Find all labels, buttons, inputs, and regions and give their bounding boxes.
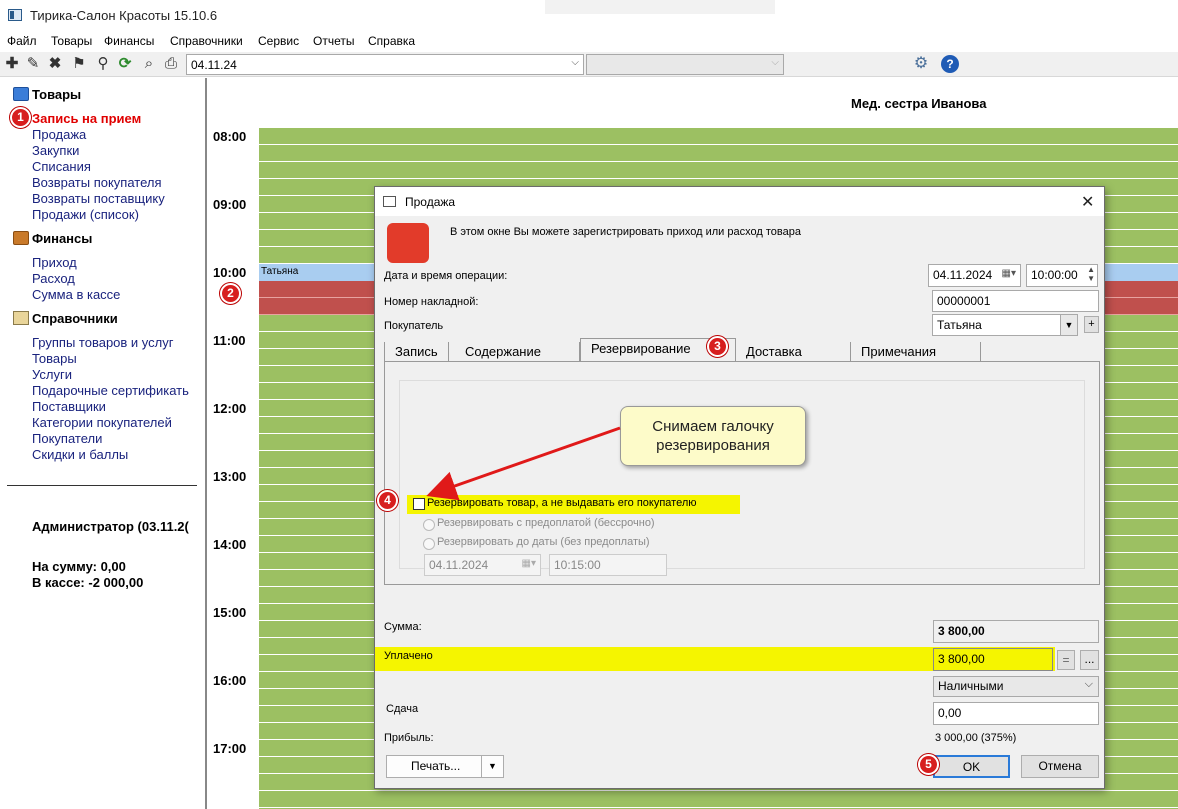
annotation-arrow — [426, 426, 621, 501]
